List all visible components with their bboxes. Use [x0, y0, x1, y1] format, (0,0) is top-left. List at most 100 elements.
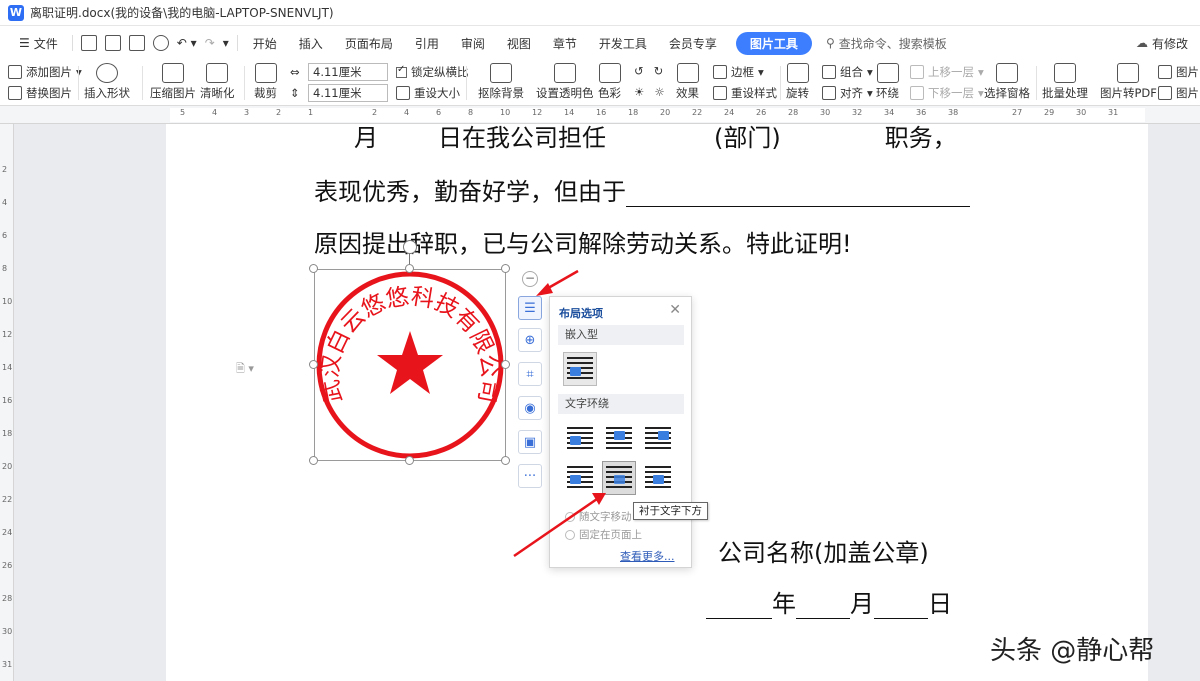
wrap-tight-option[interactable] [602, 422, 636, 456]
tab-member[interactable]: 会员专享 [658, 35, 728, 52]
group-icon [822, 65, 836, 79]
ruler-tick-label: 28 [788, 108, 799, 117]
file-menu[interactable]: ☰ 文件 [8, 35, 68, 52]
picture-more-button-1[interactable]: 图片 [1158, 64, 1199, 80]
customize-chevron-icon[interactable]: ▾ [219, 36, 233, 50]
send-backward-button[interactable]: 下移一层 ▾ [910, 85, 984, 101]
reset-style-button[interactable]: 重设样式 [713, 85, 777, 101]
bring-forward-button[interactable]: 上移一层 ▾ [910, 64, 984, 80]
ruler-tick-label: 27 [1012, 108, 1023, 117]
picture-to-pdf-button[interactable]: 图片转PDF [1100, 63, 1157, 101]
crop-button[interactable]: 裁剪 [254, 63, 277, 101]
collapse-toolbar-icon[interactable]: − [522, 271, 538, 287]
resize-handle-top-right[interactable] [501, 264, 510, 273]
selection-pane-button[interactable]: 选择窗格 [984, 63, 1030, 101]
insert-shape-button[interactable]: 插入形状 [84, 63, 130, 101]
remove-background-button[interactable]: 抠除背景 [478, 63, 524, 101]
ruler-tick-label: 36 [916, 108, 927, 117]
fix-on-page-radio[interactable]: 固定在页面上 [565, 527, 642, 542]
rotate-button[interactable]: 旋转 [786, 63, 809, 101]
resize-handle-bottom-right[interactable] [501, 456, 510, 465]
undo-icon[interactable]: ↶ ▾ [173, 36, 201, 50]
add-picture-button[interactable]: 添加图片▾ [8, 64, 82, 80]
effect-button[interactable]: 效果 [676, 63, 699, 101]
rotate-left-icon[interactable]: ↺ ↻ [634, 64, 663, 78]
company-name-line[interactable]: 公司名称(加盖公章) [718, 533, 929, 568]
tab-insert[interactable]: 插入 [288, 35, 334, 52]
save-status[interactable]: ☁ 有修改 [1136, 35, 1188, 52]
tab-review[interactable]: 审阅 [450, 35, 496, 52]
wrap-in-front-option[interactable] [641, 461, 675, 495]
wrap-square-option[interactable] [563, 422, 597, 456]
picture-to-text-button[interactable]: ▣ [518, 430, 542, 454]
command-search[interactable]: ⚲ 查找命令、搜索模板 [820, 35, 947, 52]
ruler-tick-label: 1 [308, 108, 314, 117]
ruler-tick-label: 10 [500, 108, 511, 117]
ruler-tick-label: 38 [948, 108, 959, 117]
zoom-picture-button[interactable]: ⊕ [518, 328, 542, 352]
ruler-tick-label: 26 [756, 108, 767, 117]
tab-references[interactable]: 引用 [404, 35, 450, 52]
replace-picture-button[interactable]: 替换图片 [8, 85, 72, 101]
tab-home[interactable]: 开始 [242, 35, 288, 52]
see-more-link[interactable]: 查看更多... [620, 548, 675, 564]
resize-handle-bottom[interactable] [405, 456, 414, 465]
wrap-through-option[interactable] [641, 422, 675, 456]
print-icon[interactable] [128, 35, 145, 51]
picture-tips-button[interactable]: ◉ [518, 396, 542, 420]
set-transparent-button[interactable]: 设置透明色 [536, 63, 594, 101]
resize-handle-top[interactable] [405, 264, 414, 273]
picture-more-button-2[interactable]: 图片 [1158, 85, 1199, 101]
bring-forward-icon [910, 65, 924, 79]
tab-developer[interactable]: 开发工具 [588, 35, 658, 52]
batch-process-button[interactable]: 批量处理 [1042, 63, 1088, 101]
horizontal-ruler[interactable]: 5 4 3 2 1 2 4 6 8 10 12 14 16 18 20 22 24 26 28 30 32 34 36 38 2… [0, 106, 1200, 124]
wrap-button[interactable]: 环绕 [876, 63, 899, 101]
document-line-2[interactable]: 表现优秀，勤奋好学，但由于 [314, 172, 970, 207]
export-icon[interactable] [104, 35, 121, 51]
more-tools-button[interactable]: ··· [518, 464, 542, 488]
lock-ratio-checkbox[interactable]: 锁定纵横比 [396, 64, 469, 80]
ruler-tick-label: 8 [2, 264, 8, 273]
redo-icon[interactable]: ↷ [201, 36, 219, 50]
crop-picture-button[interactable]: ⌗ [518, 362, 542, 386]
tab-page-layout[interactable]: 页面布局 [334, 35, 404, 52]
wrap-inline-option[interactable] [563, 352, 597, 386]
document-line-1[interactable]: 月日在我公司担任 (部门) 职务， [314, 124, 957, 150]
resize-handle-right[interactable] [501, 360, 510, 369]
inline-section-header: 嵌入型 [558, 325, 684, 345]
sharpen-button[interactable]: 清晰化 [200, 63, 235, 101]
color-button[interactable]: 色彩 [598, 63, 621, 101]
picture-height-input[interactable]: 4.11厘米 [308, 84, 388, 102]
layout-options-panel: 布局选项 ✕ 嵌入型 文字环绕 随文字移动 固定在页面上 查看更多... [549, 296, 692, 568]
layout-options-button[interactable]: ☰ [518, 296, 542, 320]
brightness-icon[interactable]: ☀ ☼ [634, 85, 665, 99]
paragraph-options-icon[interactable]: 🗎 ▾ [236, 360, 254, 379]
wrap-behind-text-option[interactable] [602, 461, 636, 495]
ruler-tick-label: 31 [1108, 108, 1119, 117]
rotate-handle-icon[interactable] [403, 240, 417, 254]
effect-icon [676, 63, 699, 83]
tab-view[interactable]: 视图 [496, 35, 542, 52]
group-button[interactable]: 组合 ▾ [822, 64, 873, 80]
wrap-top-bottom-option[interactable] [563, 461, 597, 495]
resize-handle-bottom-left[interactable] [309, 456, 318, 465]
tab-section[interactable]: 章节 [542, 35, 588, 52]
picture-icon [1158, 65, 1172, 79]
save-status-label: 有修改 [1151, 36, 1188, 51]
preview-icon[interactable] [152, 35, 169, 51]
vertical-ruler[interactable]: 2 4 6 8 10 12 14 16 18 20 22 24 26 28 30 31 [0, 124, 14, 681]
tab-picture-tools[interactable]: 图片工具 [735, 31, 812, 55]
align-button[interactable]: 对齐 ▾ [822, 85, 873, 101]
resize-handle-left[interactable] [309, 360, 318, 369]
document-line-3[interactable]: 原因提出辞职，已与公司解除劳动关系。特此证明! [314, 224, 852, 259]
reset-size-button[interactable]: 重设大小 [396, 85, 460, 101]
save-icon[interactable] [80, 35, 97, 51]
compress-picture-button[interactable]: 压缩图片 [150, 63, 196, 101]
move-with-text-radio[interactable]: 随文字移动 [565, 509, 632, 524]
picture-width-input[interactable]: 4.11厘米 [308, 63, 388, 81]
close-icon[interactable]: ✕ [669, 302, 681, 318]
date-line[interactable]: 年月日 [706, 584, 952, 619]
resize-handle-top-left[interactable] [309, 264, 318, 273]
border-button[interactable]: 边框 ▾ [713, 64, 764, 80]
